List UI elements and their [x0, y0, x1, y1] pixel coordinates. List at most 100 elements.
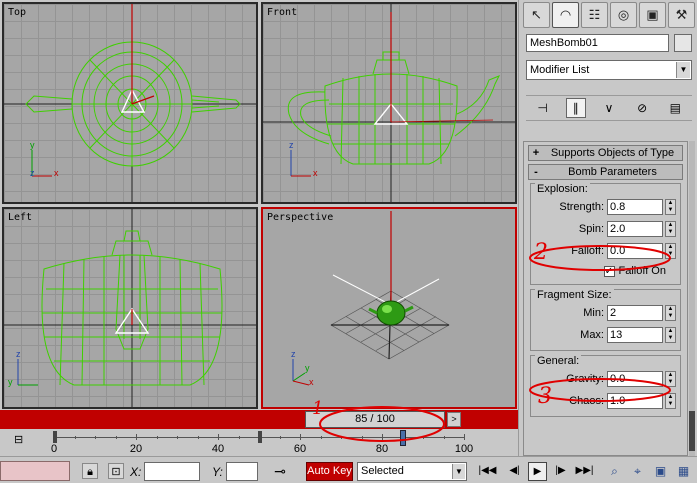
- track-minor-tick: [95, 436, 96, 439]
- previous-frame-icon[interactable]: ◀|: [505, 462, 524, 481]
- go-to-start-icon[interactable]: |◀◀: [478, 462, 497, 481]
- x-coord-field[interactable]: [144, 462, 200, 481]
- falloff-on-row: ✓ Falloff On: [535, 262, 676, 280]
- param-label: Max:: [580, 329, 604, 341]
- create-arrow-icon[interactable]: ↖: [523, 2, 550, 28]
- show-end-result-icon[interactable]: ∥: [565, 98, 586, 118]
- absolute-mode-icon[interactable]: ⊡: [108, 463, 124, 479]
- next-frame-icon[interactable]: |▶: [551, 462, 570, 481]
- viewport-top[interactable]: Top y z x: [2, 2, 258, 204]
- track-tick-label: 100: [454, 443, 474, 455]
- go-to-end-icon[interactable]: ▶▶|: [575, 462, 594, 481]
- rollout-expand-icon: +: [532, 147, 540, 159]
- object-name-field[interactable]: MeshBomb01: [526, 34, 669, 52]
- pin-stack-icon[interactable]: ⊣: [533, 98, 553, 118]
- track-minor-tick: [156, 436, 158, 439]
- track-tick: [136, 434, 137, 440]
- viewport-perspective[interactable]: Perspective z y x: [261, 207, 517, 409]
- annotation-mark-3: 3: [538, 384, 552, 409]
- param-label: Chaos:: [569, 395, 604, 407]
- chaos-field[interactable]: 1.0: [607, 393, 663, 409]
- track-minor-tick: [115, 436, 117, 439]
- time-slider-thumb[interactable]: 85 / 100: [305, 411, 445, 428]
- track-tick-label: 60: [293, 443, 307, 455]
- mini-curve-editor-icon[interactable]: ⊟: [14, 433, 23, 446]
- track-minor-tick: [423, 436, 424, 439]
- teapot-wireframe-left: [4, 209, 256, 407]
- modifier-list-dropdown[interactable]: Modifier List ▼: [526, 60, 692, 80]
- play-icon[interactable]: ▶: [528, 462, 547, 481]
- teapot-wireframe-front: [263, 4, 515, 202]
- y-coord-field[interactable]: [226, 462, 258, 481]
- chaos-spinner[interactable]: ▲ ▼: [665, 393, 676, 409]
- lock-selection-icon[interactable]: 🔒︎: [82, 463, 98, 479]
- next-frame-arrow[interactable]: >: [447, 412, 461, 427]
- chaos-param: Chaos: 1.0 ▲ ▼: [535, 390, 676, 412]
- axis-z-label-persp: z: [291, 349, 296, 359]
- viewport-front[interactable]: Front z x: [261, 2, 517, 204]
- explosion-group: Explosion: Strength: 0.8 ▲ ▼ Spin: 2.0 ▲ ▼…: [530, 183, 681, 285]
- zoom-all-icon[interactable]: ⌖: [628, 462, 647, 481]
- track-minor-tick: [197, 436, 199, 439]
- set-key-icon[interactable]: ⊸: [268, 463, 292, 479]
- max-param: Max: 13 ▲ ▼: [535, 324, 676, 346]
- scrollbar-thumb[interactable]: [689, 411, 695, 451]
- zoom-icon[interactable]: ⌕: [605, 462, 624, 481]
- track-tick: [218, 434, 219, 440]
- group-title: General:: [535, 355, 582, 367]
- min-field[interactable]: 2: [607, 305, 663, 321]
- min-spinner[interactable]: ▲ ▼: [665, 305, 676, 321]
- hierarchy-icon[interactable]: ☷: [581, 2, 608, 28]
- status-bar: 🔒︎ ⊡ X: Y: ⊸ Auto Key Selected ▼ |◀◀ ◀| …: [0, 456, 697, 483]
- chevron-down-icon: ▼: [452, 464, 465, 479]
- panel-scrollbar[interactable]: [689, 141, 695, 456]
- time-slider-bar[interactable]: 85 / 100 >: [0, 410, 518, 429]
- gravity-spinner[interactable]: ▲ ▼: [665, 371, 676, 387]
- spin-param: Spin: 2.0 ▲ ▼: [535, 218, 676, 240]
- falloff-on-checkbox[interactable]: ✓: [603, 265, 615, 277]
- strength-field[interactable]: 0.8: [607, 199, 663, 215]
- remove-modifier-icon[interactable]: ⊘: [632, 98, 652, 118]
- motion-icon[interactable]: ◎: [610, 2, 637, 28]
- configure-sets-icon[interactable]: ▤: [665, 98, 685, 118]
- spin-field[interactable]: 2.0: [607, 221, 663, 237]
- param-label: Gravity:: [566, 373, 604, 385]
- axis-z-label-front: z: [289, 140, 294, 150]
- spin-spinner[interactable]: ▲ ▼: [665, 221, 676, 237]
- param-label: Strength:: [559, 201, 604, 213]
- axis-z-label-top: z: [30, 168, 35, 178]
- axis-x-label-top: x: [54, 168, 59, 178]
- track-bar[interactable]: ⊟ 0 20 40 60 80 100: [0, 429, 518, 456]
- modify-arc-icon[interactable]: ◠: [552, 2, 579, 28]
- rollout-bomb-parameters[interactable]: - Bomb Parameters: [528, 164, 683, 180]
- max-spinner[interactable]: ▲ ▼: [665, 327, 676, 343]
- axis-x-label-front: x: [313, 168, 318, 178]
- viewport-left[interactable]: Left z y: [2, 207, 258, 409]
- chevron-down-icon: ▼: [676, 62, 690, 78]
- falloff-field[interactable]: 0.0: [607, 243, 663, 259]
- display-icon[interactable]: ▣: [639, 2, 666, 28]
- zoom-extents-icon[interactable]: ▣: [651, 462, 670, 481]
- key-marker[interactable]: [53, 431, 57, 443]
- gravity-field[interactable]: 0.0: [607, 371, 663, 387]
- zoom-extents-all-icon[interactable]: ▦: [674, 462, 693, 481]
- modifier-list-label: Modifier List: [530, 64, 590, 76]
- maxscript-listener-box[interactable]: [0, 461, 70, 481]
- param-label: Min:: [583, 307, 604, 319]
- track-tick-label: 40: [211, 443, 225, 455]
- utilities-hammer-icon[interactable]: ⚒: [668, 2, 695, 28]
- checkbox-label: Falloff On: [618, 265, 667, 277]
- annotation-mark-1: 1: [312, 398, 324, 419]
- gravity-param: Gravity: 0.0 ▲ ▼: [535, 368, 676, 390]
- key-filter-dropdown[interactable]: Selected ▼: [357, 462, 467, 481]
- current-frame-marker[interactable]: [399, 430, 406, 446]
- rollout-supports-objects[interactable]: + Supports Objects of Type: [528, 145, 683, 161]
- object-color-swatch[interactable]: [674, 34, 692, 52]
- max-field[interactable]: 13: [607, 327, 663, 343]
- strength-spinner[interactable]: ▲ ▼: [665, 199, 676, 215]
- auto-key-button[interactable]: Auto Key: [306, 462, 353, 481]
- rollout-title: Bomb Parameters: [568, 166, 657, 178]
- make-unique-icon[interactable]: ∨: [599, 98, 619, 118]
- key-marker[interactable]: [258, 431, 262, 443]
- falloff-spinner[interactable]: ▲ ▼: [665, 243, 676, 259]
